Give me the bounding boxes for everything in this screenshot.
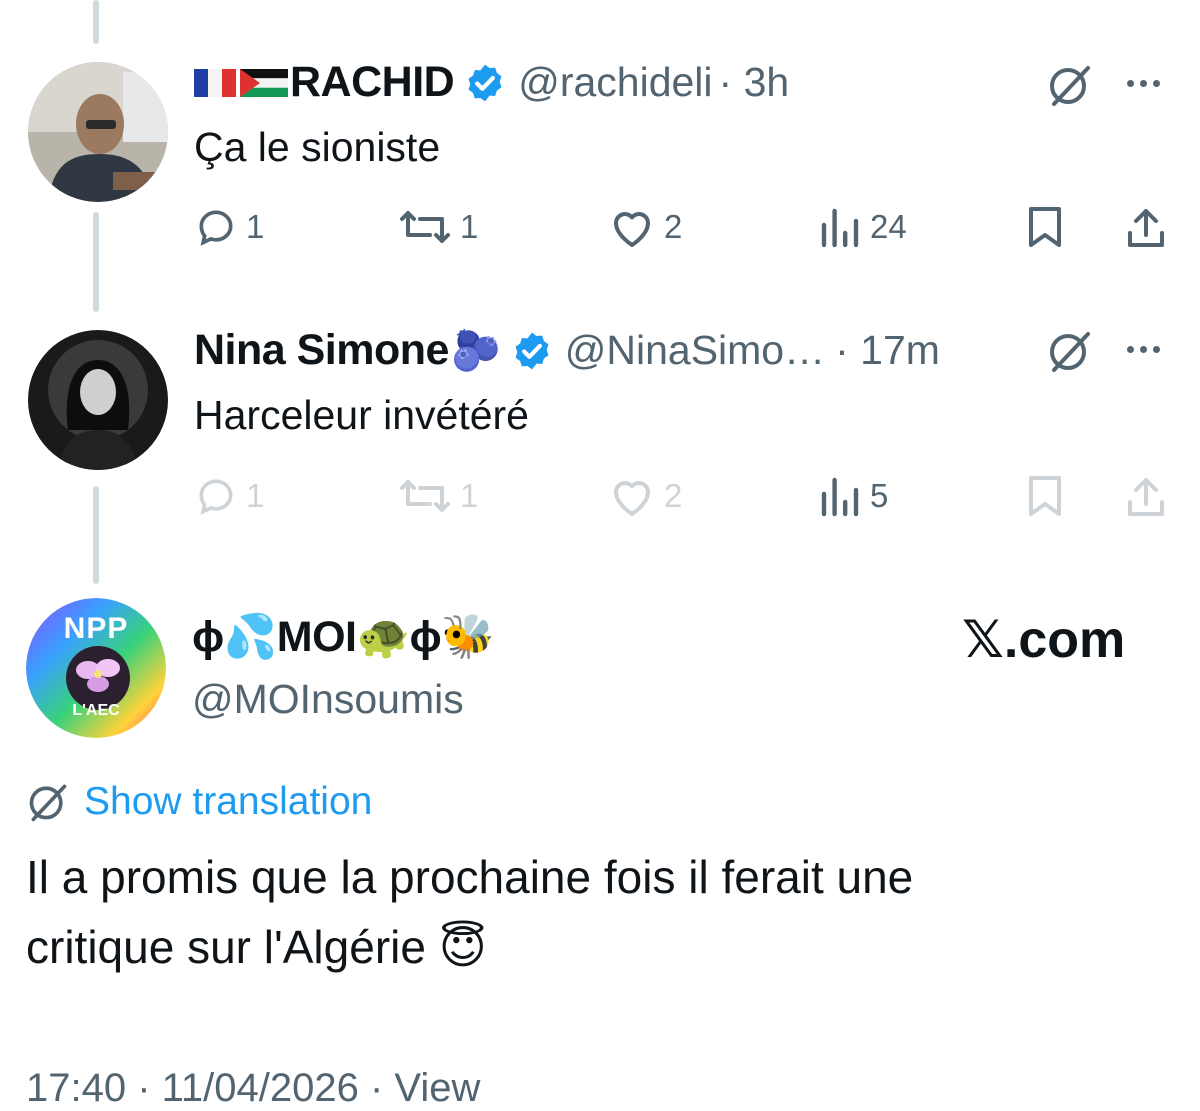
- avatar-badge-text-bottom: L'AEC: [72, 702, 120, 719]
- translate-icon[interactable]: [1046, 328, 1094, 379]
- bookmark-icon: [1025, 474, 1065, 518]
- display-name[interactable]: ɸ💦MOI🐢ɸ🐝: [192, 612, 495, 662]
- translate-icon[interactable]: [1046, 62, 1094, 113]
- avatar-nina[interactable]: [28, 330, 168, 470]
- blueberries-emoji: 🫐: [450, 329, 501, 373]
- handle[interactable]: @rachideli: [518, 59, 712, 106]
- handle[interactable]: @NinaSimo…: [565, 327, 825, 374]
- show-translation-label: Show translation: [84, 780, 373, 823]
- reply-2-text: Harceleur invétéré: [194, 392, 529, 438]
- heart-icon: [608, 205, 656, 249]
- avatar-rachid[interactable]: [28, 62, 168, 202]
- more-options-icon[interactable]: [1127, 346, 1160, 353]
- show-translation-link[interactable]: Show translation: [26, 780, 372, 824]
- like-button[interactable]: 2: [608, 474, 682, 518]
- main-post-header: ɸ💦MOI🐢ɸ🐝: [192, 612, 495, 662]
- like-count: 2: [664, 208, 683, 245]
- reply-1-text: Ça le sioniste: [194, 124, 441, 170]
- repost-button[interactable]: 1: [398, 474, 478, 518]
- repost-count: 1: [460, 477, 479, 514]
- timestamp[interactable]: · 17m: [835, 327, 940, 374]
- heart-icon: [608, 474, 656, 518]
- repost-count: 1: [460, 208, 479, 245]
- x-com-watermark: 𝕏.com: [962, 611, 1126, 669]
- views-count: 5: [870, 477, 889, 514]
- palestine-flag-icon: [240, 68, 288, 97]
- reply-icon: [194, 205, 238, 249]
- share-button[interactable]: [1124, 205, 1168, 249]
- thread-line-1: [93, 212, 99, 312]
- post-metadata: 17:40 · 11/04/2026 · View: [26, 1066, 481, 1110]
- reply-icon: [194, 474, 238, 518]
- avatar-badge-text-top: NPP: [63, 612, 129, 645]
- more-options-icon[interactable]: [1127, 80, 1160, 87]
- reply-1-header: RACHID @rachideli · 3h: [194, 58, 789, 107]
- main-post-text-line-2: critique sur l'Algérie 😇: [26, 921, 487, 973]
- thread-line-2: [93, 486, 99, 584]
- repost-icon: [398, 474, 452, 518]
- share-button[interactable]: [1124, 474, 1168, 518]
- avatar-moi[interactable]: NPP L'AEC: [26, 598, 166, 738]
- main-post-text-line-1: Il a promis que la prochaine fois il fer…: [26, 851, 914, 903]
- reply-count: 1: [246, 477, 265, 514]
- main-post-handle-row: @MOInsoumis: [192, 676, 464, 723]
- views-count: 24: [870, 208, 907, 245]
- thread-line-top: [93, 0, 99, 44]
- views-button[interactable]: 24: [818, 205, 907, 249]
- translate-icon: [26, 780, 70, 824]
- france-flag-icon: [194, 68, 236, 97]
- bookmark-button[interactable]: [1025, 474, 1065, 518]
- display-name[interactable]: RACHID: [290, 58, 455, 107]
- verified-badge-icon: [464, 62, 506, 104]
- verified-badge-icon: [511, 330, 553, 372]
- share-icon: [1124, 205, 1168, 249]
- reply-2-header: Nina Simone 🫐 @NinaSimo… · 17m: [194, 326, 940, 375]
- reply-button[interactable]: 1: [194, 205, 264, 249]
- bookmark-icon: [1025, 205, 1065, 249]
- repost-icon: [398, 205, 452, 249]
- share-icon: [1124, 474, 1168, 518]
- like-count: 2: [664, 477, 683, 514]
- views-icon: [818, 205, 862, 249]
- views-icon: [818, 474, 862, 518]
- handle[interactable]: @MOInsoumis: [192, 676, 464, 723]
- reply-button[interactable]: 1: [194, 474, 264, 518]
- timestamp[interactable]: · 3h: [719, 59, 790, 106]
- display-name[interactable]: Nina Simone: [194, 326, 449, 375]
- bookmark-button[interactable]: [1025, 205, 1065, 249]
- like-button[interactable]: 2: [608, 205, 682, 249]
- views-button[interactable]: 5: [818, 474, 888, 518]
- reply-count: 1: [246, 208, 265, 245]
- repost-button[interactable]: 1: [398, 205, 478, 249]
